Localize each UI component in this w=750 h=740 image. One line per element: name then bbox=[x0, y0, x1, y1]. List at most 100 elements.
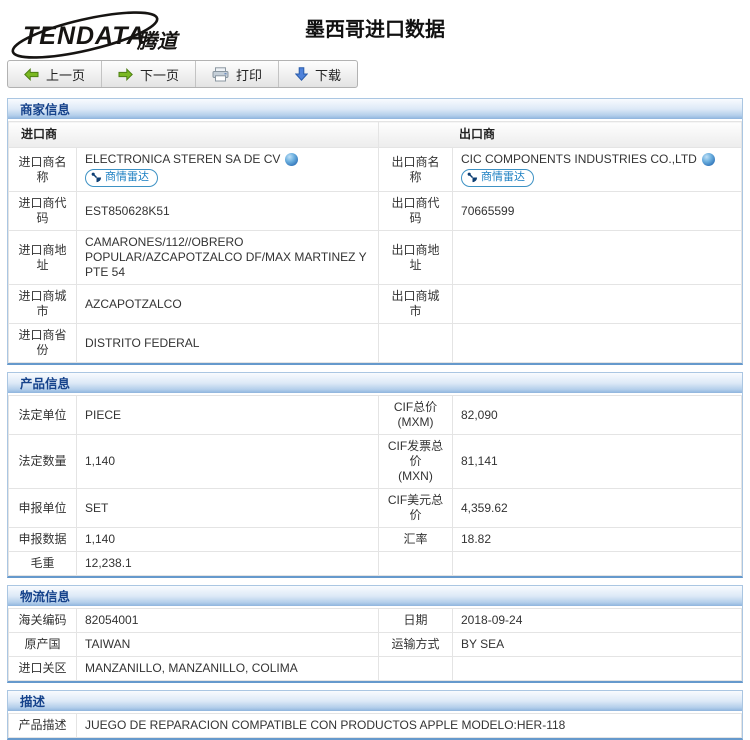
importer-city-label: 进口商城市 bbox=[9, 285, 77, 324]
table-row: 法定单位 PIECE CIF总价 (MXM) 82,090 bbox=[9, 396, 742, 435]
declared-unit-value: SET bbox=[77, 489, 379, 528]
section-product-title: 产品信息 bbox=[8, 373, 742, 395]
print-button[interactable]: 打印 bbox=[196, 61, 279, 87]
table-row: 法定数量 1,140 CIF发票总价 (MXN) 81,141 bbox=[9, 435, 742, 489]
cif-invoice-mxn-label: CIF发票总价 (MXN) bbox=[379, 435, 453, 489]
importer-code-value: EST850628K51 bbox=[77, 192, 379, 231]
radar-icon bbox=[91, 172, 102, 183]
printer-icon bbox=[212, 67, 229, 82]
importer-province-label: 进口商省份 bbox=[9, 324, 77, 363]
table-row: 进口商地址 CAMARONES/112//OBRERO POPULAR/AZCA… bbox=[9, 231, 742, 285]
table-row: 原产国 TAIWAN 运输方式 BY SEA bbox=[9, 633, 742, 657]
legal-unit-label: 法定单位 bbox=[9, 396, 77, 435]
transport-mode-label: 运输方式 bbox=[379, 633, 453, 657]
next-page-button[interactable]: 下一页 bbox=[102, 61, 196, 87]
arrow-left-icon bbox=[24, 68, 39, 81]
gross-weight-label: 毛重 bbox=[9, 552, 77, 576]
import-customs-value: MANZANILLO, MANZANILLO, COLIMA bbox=[77, 657, 379, 681]
table-row: 进口商名称 ELECTRONICA STEREN SA DE CV 商情雷达 出… bbox=[9, 148, 742, 192]
download-button[interactable]: 下载 bbox=[279, 61, 357, 87]
declared-data-label: 申报数据 bbox=[9, 528, 77, 552]
empty-value bbox=[453, 324, 742, 363]
section-logistics-title: 物流信息 bbox=[8, 586, 742, 608]
cif-invoice-mxn-value: 81,141 bbox=[453, 435, 742, 489]
hs-code-label: 海关编码 bbox=[9, 609, 77, 633]
exchange-rate-value: 18.82 bbox=[453, 528, 742, 552]
importer-name-label: 进口商名称 bbox=[9, 148, 77, 192]
exporter-radar-link[interactable]: 商情雷达 bbox=[461, 169, 534, 187]
globe-icon[interactable] bbox=[702, 153, 715, 166]
section-description: 描述 产品描述 JUEGO DE REPARACION COMPATIBLE C… bbox=[7, 690, 743, 740]
cif-usd-total-label: CIF美元总价 bbox=[379, 489, 453, 528]
product-table: 法定单位 PIECE CIF总价 (MXM) 82,090 法定数量 1,140… bbox=[8, 395, 742, 576]
arrow-right-icon bbox=[118, 68, 133, 81]
cif-total-mxm-label: CIF总价 (MXM) bbox=[379, 396, 453, 435]
exporter-name-cell: CIC COMPONENTS INDUSTRIES CO.,LTD 商情雷达 bbox=[453, 148, 742, 192]
section-product: 产品信息 法定单位 PIECE CIF总价 (MXM) 82,090 法定数量 … bbox=[7, 372, 743, 578]
gross-weight-value: 12,238.1 bbox=[77, 552, 379, 576]
globe-icon[interactable] bbox=[285, 153, 298, 166]
exporter-name-label: 出口商名称 bbox=[379, 148, 453, 192]
exporter-column-header: 出口商 bbox=[379, 122, 742, 148]
empty-label bbox=[379, 552, 453, 576]
importer-name-value: ELECTRONICA STEREN SA DE CV bbox=[85, 152, 280, 167]
section-merchant-title: 商家信息 bbox=[8, 99, 742, 121]
radar-label: 商情雷达 bbox=[481, 171, 525, 185]
date-value: 2018-09-24 bbox=[453, 609, 742, 633]
print-label: 打印 bbox=[236, 65, 262, 84]
exporter-address-value bbox=[453, 231, 742, 285]
cif-total-mxm-value: 82,090 bbox=[453, 396, 742, 435]
exporter-city-label: 出口商城市 bbox=[379, 285, 453, 324]
cif-usd-total-value: 4,359.62 bbox=[453, 489, 742, 528]
radar-icon bbox=[467, 172, 478, 183]
empty-value bbox=[453, 552, 742, 576]
declared-unit-label: 申报单位 bbox=[9, 489, 77, 528]
legal-unit-value: PIECE bbox=[77, 396, 379, 435]
origin-country-label: 原产国 bbox=[9, 633, 77, 657]
declared-data-value: 1,140 bbox=[77, 528, 379, 552]
import-customs-label: 进口关区 bbox=[9, 657, 77, 681]
page-title: 墨西哥进口数据 bbox=[7, 13, 743, 42]
next-page-label: 下一页 bbox=[140, 65, 179, 84]
date-label: 日期 bbox=[379, 609, 453, 633]
exporter-city-value bbox=[453, 285, 742, 324]
legal-qty-value: 1,140 bbox=[77, 435, 379, 489]
section-description-title: 描述 bbox=[8, 691, 742, 713]
table-row: 进口商代码 EST850628K51 出口商代码 70665599 bbox=[9, 192, 742, 231]
table-row: 进口商省份 DISTRITO FEDERAL bbox=[9, 324, 742, 363]
prev-page-button[interactable]: 上一页 bbox=[8, 61, 102, 87]
section-merchant: 商家信息 进口商 出口商 进口商名称 ELECTRONICA STEREN SA… bbox=[7, 98, 743, 365]
empty-label bbox=[379, 324, 453, 363]
exporter-code-label: 出口商代码 bbox=[379, 192, 453, 231]
empty-label bbox=[379, 657, 453, 681]
exporter-code-value: 70665599 bbox=[453, 192, 742, 231]
section-logistics: 物流信息 海关编码 82054001 日期 2018-09-24 原产国 TAI… bbox=[7, 585, 743, 683]
importer-city-value: AZCAPOTZALCO bbox=[77, 285, 379, 324]
page: TENDATA 腾道 墨西哥进口数据 上一页 下一页 bbox=[0, 0, 750, 740]
origin-country-value: TAIWAN bbox=[77, 633, 379, 657]
merchant-subheader-row: 进口商 出口商 bbox=[9, 122, 742, 148]
logistics-table: 海关编码 82054001 日期 2018-09-24 原产国 TAIWAN 运… bbox=[8, 608, 742, 681]
table-row: 申报数据 1,140 汇率 18.82 bbox=[9, 528, 742, 552]
table-row: 海关编码 82054001 日期 2018-09-24 bbox=[9, 609, 742, 633]
toolbar: 上一页 下一页 打印 下载 bbox=[7, 60, 358, 88]
hs-code-value: 82054001 bbox=[77, 609, 379, 633]
empty-value bbox=[453, 657, 742, 681]
download-label: 下载 bbox=[315, 65, 341, 84]
merchant-table: 进口商 出口商 进口商名称 ELECTRONICA STEREN SA DE C… bbox=[8, 121, 742, 363]
importer-address-label: 进口商地址 bbox=[9, 231, 77, 285]
exporter-name-value: CIC COMPONENTS INDUSTRIES CO.,LTD bbox=[461, 152, 697, 167]
exchange-rate-label: 汇率 bbox=[379, 528, 453, 552]
table-row: 产品描述 JUEGO DE REPARACION COMPATIBLE CON … bbox=[9, 714, 742, 738]
table-row: 申报单位 SET CIF美元总价 4,359.62 bbox=[9, 489, 742, 528]
importer-address-value: CAMARONES/112//OBRERO POPULAR/AZCAPOTZAL… bbox=[77, 231, 379, 285]
transport-mode-value: BY SEA bbox=[453, 633, 742, 657]
importer-name-cell: ELECTRONICA STEREN SA DE CV 商情雷达 bbox=[77, 148, 379, 192]
description-table: 产品描述 JUEGO DE REPARACION COMPATIBLE CON … bbox=[8, 713, 742, 738]
legal-qty-label: 法定数量 bbox=[9, 435, 77, 489]
arrow-down-icon bbox=[295, 67, 308, 81]
radar-label: 商情雷达 bbox=[105, 171, 149, 185]
product-description-value: JUEGO DE REPARACION COMPATIBLE CON PRODU… bbox=[77, 714, 742, 738]
importer-radar-link[interactable]: 商情雷达 bbox=[85, 169, 158, 187]
importer-province-value: DISTRITO FEDERAL bbox=[77, 324, 379, 363]
